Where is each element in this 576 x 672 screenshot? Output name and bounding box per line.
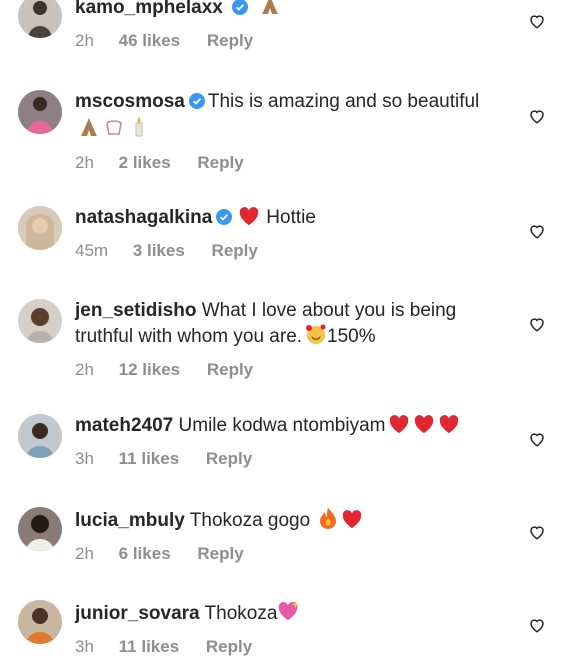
comment-text: This is amazing and so beautiful	[207, 91, 480, 112]
comment-time: 2h	[75, 31, 94, 50]
comment-username[interactable]: lucia_mbuly	[75, 510, 185, 531]
comment-likes[interactable]: 3 likes	[133, 241, 185, 260]
avatar[interactable]	[18, 299, 62, 343]
comment-username[interactable]: mateh2407	[75, 415, 173, 436]
avatar[interactable]	[18, 0, 62, 38]
avatar[interactable]	[18, 600, 62, 644]
pouch-emoji	[103, 116, 125, 145]
avatar[interactable]	[18, 206, 62, 250]
heart-outline-icon[interactable]	[528, 315, 546, 333]
heart-outline-icon[interactable]	[528, 222, 546, 240]
comment-username[interactable]: jen_setidisho	[75, 300, 196, 321]
avatar[interactable]	[18, 507, 62, 551]
red-heart-emoji	[238, 206, 260, 233]
reply-button[interactable]: Reply	[207, 360, 253, 379]
red-heart-emoji	[388, 414, 410, 441]
comment-username[interactable]: junior_sovara	[75, 603, 200, 624]
folded-hands-emoji	[259, 0, 281, 23]
red-heart-emoji	[413, 414, 435, 441]
candle-emoji	[128, 116, 150, 145]
comment-text: Thokoza	[204, 603, 278, 624]
comment-time: 3h	[75, 449, 94, 468]
verified-badge-icon	[188, 92, 205, 116]
comment-time: 2h	[75, 153, 94, 172]
verified-badge-icon	[216, 208, 233, 232]
comment-time: 45m	[75, 241, 109, 260]
heart-outline-icon[interactable]	[528, 523, 546, 541]
reply-button[interactable]: Reply	[197, 153, 243, 172]
comment-text: Hottie	[266, 207, 316, 228]
comment-username[interactable]: natashagalkina	[75, 207, 212, 228]
avatar[interactable]	[18, 90, 62, 134]
comment-time: 2h	[75, 360, 94, 379]
comment-time: 3h	[75, 637, 94, 656]
heart-outline-icon[interactable]	[528, 107, 546, 125]
comment-text-tail: 150%	[327, 326, 376, 347]
folded-hands-emoji	[78, 116, 100, 145]
comment-likes[interactable]: 12 likes	[119, 360, 180, 379]
comment-text: Thokoza gogo	[189, 510, 311, 531]
reply-button[interactable]: Reply	[207, 31, 253, 50]
heart-outline-icon[interactable]	[528, 616, 546, 634]
sparkling-heart-emoji	[277, 600, 300, 629]
fire-emoji	[318, 507, 338, 536]
heart-outline-icon[interactable]	[528, 12, 546, 30]
heart-outline-icon[interactable]	[528, 430, 546, 448]
comment-text: Umile kodwa ntombiyam	[178, 415, 386, 436]
reply-button[interactable]: Reply	[197, 544, 243, 563]
verified-badge-icon	[232, 0, 249, 22]
reply-button[interactable]: Reply	[206, 637, 252, 656]
red-heart-emoji	[438, 414, 460, 441]
comment-username[interactable]: kamo_mphelaxx	[75, 0, 223, 18]
smiling-face-with-hearts-emoji	[305, 323, 327, 352]
avatar[interactable]	[18, 414, 62, 458]
comment-likes[interactable]: 11 likes	[119, 449, 180, 468]
comment-likes[interactable]: 6 likes	[119, 544, 171, 563]
comment-likes[interactable]: 11 likes	[119, 637, 180, 656]
red-heart-emoji	[341, 509, 363, 536]
reply-button[interactable]: Reply	[212, 241, 258, 260]
comment-time: 2h	[75, 544, 94, 563]
comment-likes[interactable]: 46 likes	[119, 31, 180, 50]
comment-username[interactable]: mscosmosa	[75, 91, 185, 112]
comment-likes[interactable]: 2 likes	[119, 153, 171, 172]
reply-button[interactable]: Reply	[206, 449, 252, 468]
